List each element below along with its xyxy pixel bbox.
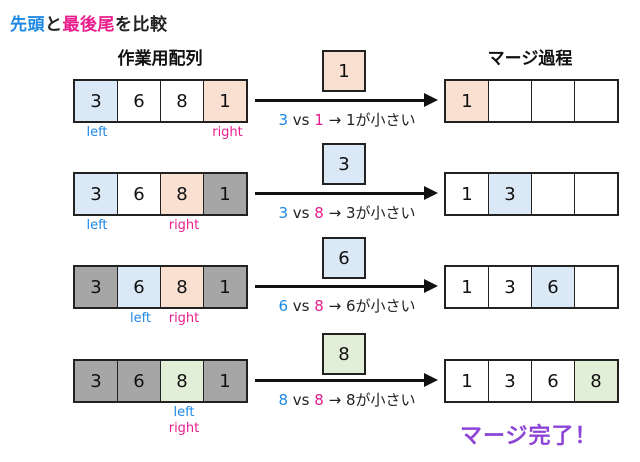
work-cell: 6 xyxy=(118,174,161,214)
merge-cell xyxy=(532,174,575,214)
work-cell: 1 xyxy=(204,267,246,307)
compare-left-value: 6 xyxy=(278,297,289,315)
compare-right-value: 1 xyxy=(314,111,324,129)
work-cell: 1 xyxy=(204,361,246,401)
step-arrow-line xyxy=(255,379,425,382)
right-pointer-label: right xyxy=(168,218,200,233)
work-cell: 3 xyxy=(75,174,118,214)
compare-vs: vs xyxy=(292,297,310,315)
merge-array: 1 xyxy=(444,79,619,123)
step-arrow-line xyxy=(255,192,425,195)
picked-value-box: 8 xyxy=(322,333,366,375)
work-cell: 8 xyxy=(161,174,204,214)
work-array: 3681 xyxy=(73,79,248,123)
compare-result: 8が小さい xyxy=(345,391,416,409)
title-tail: 最後尾 xyxy=(62,15,115,35)
work-array-header: 作業用配列 xyxy=(117,49,203,69)
merge-cell xyxy=(575,174,617,214)
comparison-text: 6 vs 8 → 6が小さい xyxy=(262,295,432,316)
left-pointer-label: left xyxy=(173,405,195,420)
compare-arrow: → xyxy=(328,204,342,222)
arrow-head-icon xyxy=(424,279,438,293)
compare-vs: vs xyxy=(292,204,310,222)
work-cell: 8 xyxy=(161,361,204,401)
comparison-text: 3 vs 1 → 1が小さい xyxy=(262,109,432,130)
left-pointer-label: left xyxy=(86,218,108,233)
arrow-head-icon xyxy=(424,186,438,200)
arrow-head-icon xyxy=(424,373,438,387)
work-cell: 3 xyxy=(75,361,118,401)
right-pointer-label: right xyxy=(168,311,200,326)
work-cell: 1 xyxy=(204,174,246,214)
compare-right-value: 8 xyxy=(314,204,324,222)
work-cell: 6 xyxy=(118,81,161,121)
merge-cell: 1 xyxy=(446,174,489,214)
work-cell: 3 xyxy=(75,81,118,121)
compare-result: 3が小さい xyxy=(345,204,416,222)
compare-right-value: 8 xyxy=(314,297,324,315)
merge-array: 136 xyxy=(444,265,619,309)
merge-cell: 3 xyxy=(489,267,532,307)
left-pointer-label: left xyxy=(86,125,108,140)
compare-left-value: 8 xyxy=(278,391,289,409)
merge-cell xyxy=(575,81,617,121)
merge-cell: 3 xyxy=(489,361,532,401)
merge-cell: 6 xyxy=(532,361,575,401)
picked-value-box: 3 xyxy=(322,143,366,185)
work-cell: 6 xyxy=(118,361,161,401)
merge-cell: 8 xyxy=(575,361,617,401)
comparison-text: 3 vs 8 → 3が小さい xyxy=(262,202,432,223)
step-arrow-line xyxy=(255,99,425,102)
merge-cell: 3 xyxy=(489,174,532,214)
arrow-head-icon xyxy=(424,93,438,107)
compare-arrow: → xyxy=(328,391,342,409)
compare-arrow: → xyxy=(328,111,342,129)
merge-cell: 1 xyxy=(446,81,489,121)
merge-cell xyxy=(489,81,532,121)
merge-cell xyxy=(532,81,575,121)
merge-complete-label: マージ完了！ xyxy=(460,424,598,449)
picked-value-box: 6 xyxy=(322,237,366,279)
comparison-text: 8 vs 8 → 8が小さい xyxy=(262,389,432,410)
work-cell: 1 xyxy=(204,81,246,121)
merge-array: 13 xyxy=(444,172,619,216)
merge-cell: 1 xyxy=(446,361,489,401)
merge-cell xyxy=(575,267,617,307)
step-arrow-line xyxy=(255,285,425,288)
title-and: と xyxy=(45,15,63,35)
compare-vs: vs xyxy=(292,391,310,409)
work-cell: 6 xyxy=(118,267,161,307)
compare-result: 1が小さい xyxy=(345,111,416,129)
work-cell: 8 xyxy=(161,81,204,121)
compare-left-value: 3 xyxy=(278,111,289,129)
work-cell: 3 xyxy=(75,267,118,307)
compare-right-value: 8 xyxy=(314,391,324,409)
compare-result: 6が小さい xyxy=(345,297,416,315)
work-cell: 8 xyxy=(161,267,204,307)
diagram-title: 先頭と最後尾を比較 xyxy=(10,10,168,35)
work-array: 3681 xyxy=(73,172,248,216)
compare-arrow: → xyxy=(328,297,342,315)
title-head: 先頭 xyxy=(10,15,45,35)
merge-process-header: マージ過程 xyxy=(487,49,573,69)
merge-array: 1368 xyxy=(444,359,619,403)
compare-left-value: 3 xyxy=(278,204,289,222)
merge-cell: 6 xyxy=(532,267,575,307)
right-pointer-label: right xyxy=(212,125,243,140)
work-array: 3681 xyxy=(73,359,248,403)
merge-cell: 1 xyxy=(446,267,489,307)
right-pointer-label: right xyxy=(168,421,200,436)
title-compare: を比較 xyxy=(115,15,168,35)
compare-vs: vs xyxy=(292,111,310,129)
picked-value-box: 1 xyxy=(322,50,366,92)
work-array: 3681 xyxy=(73,265,248,309)
